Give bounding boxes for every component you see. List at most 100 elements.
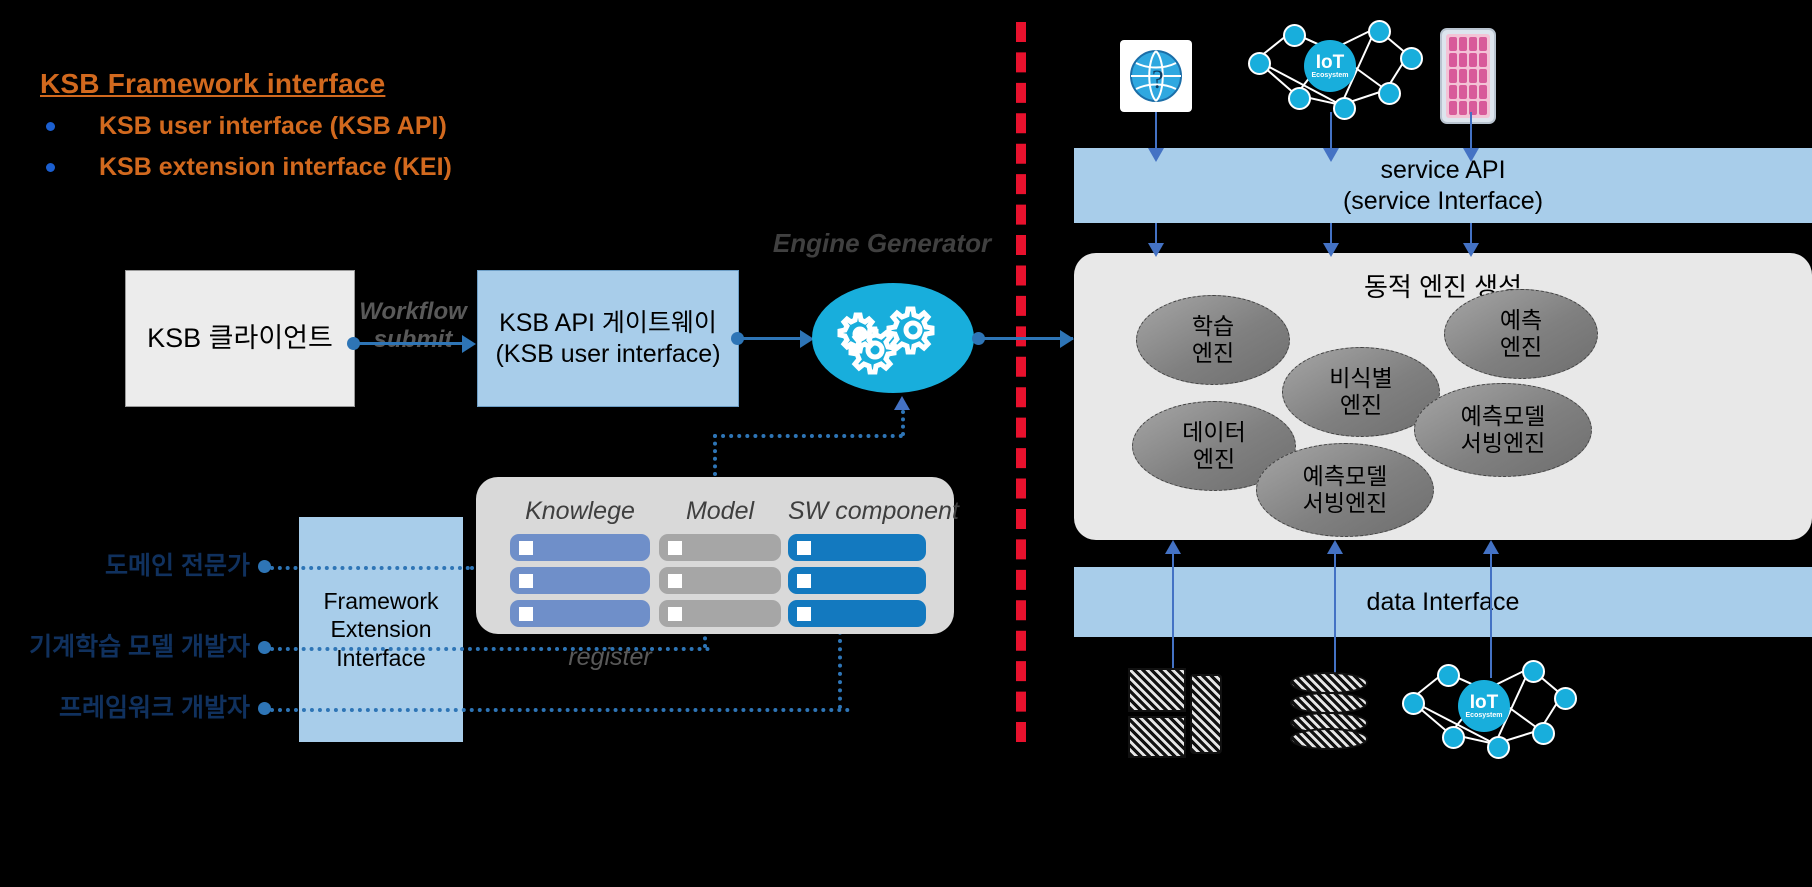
ksb-api-gateway-box[interactable]: KSB API 게이트웨이 (KSB user interface) bbox=[477, 270, 739, 407]
section-divider bbox=[1016, 22, 1026, 742]
engine-node-training[interactable]: 학습 엔진 bbox=[1136, 295, 1290, 385]
iot-badge-sub: Ecosystem bbox=[1465, 712, 1503, 719]
connector-line bbox=[356, 342, 464, 345]
dynamic-engine-panel: 동적 엔진 생성 학습 엔진 비식별 엔진 예측 엔진 데이터 엔진 예측모델 서빙엔진 … bbox=[1074, 253, 1812, 540]
bar-marker-icon bbox=[797, 541, 811, 555]
globe-icon-wrap[interactable]: ? bbox=[1120, 40, 1192, 112]
arrow-icon bbox=[462, 335, 476, 353]
device-icon[interactable] bbox=[1128, 668, 1222, 758]
registry-column-sw-component[interactable]: SW component bbox=[788, 497, 959, 633]
engine-node-model-serving-1[interactable]: 예측모델 서빙엔진 bbox=[1414, 383, 1592, 477]
dotted-connector bbox=[901, 410, 905, 436]
arrow-icon bbox=[1327, 540, 1343, 554]
workflow-line1: Workflow bbox=[359, 298, 467, 325]
mesh-node-icon bbox=[1288, 87, 1311, 110]
mesh-node-icon bbox=[1522, 660, 1545, 683]
mesh-node-icon bbox=[1283, 24, 1306, 47]
connector-line bbox=[1330, 112, 1332, 152]
data-interface-bar[interactable]: data Interface bbox=[1074, 567, 1812, 637]
legend-item: KSB extension interface (KEI) bbox=[40, 153, 660, 182]
actor-label-domain-expert: 도메인 전문가 bbox=[105, 552, 250, 580]
bar-marker-icon bbox=[668, 541, 682, 555]
arrow-icon bbox=[1323, 148, 1339, 162]
registry-bar-stack bbox=[659, 534, 781, 627]
bar-marker-icon bbox=[797, 574, 811, 588]
bar-marker-icon bbox=[797, 607, 811, 621]
connector-line bbox=[1155, 112, 1157, 152]
arrow-icon bbox=[1060, 330, 1074, 348]
registry-panel: Knowlege Model SW component bbox=[476, 477, 959, 634]
register-label: register bbox=[568, 643, 652, 671]
iot-badge-icon: IoT Ecosystem bbox=[1458, 680, 1510, 732]
bar-marker-icon bbox=[519, 607, 533, 621]
engine-node-prediction[interactable]: 예측 엔진 bbox=[1444, 289, 1598, 379]
mesh-node-icon bbox=[1378, 82, 1401, 105]
bar-marker-icon bbox=[668, 574, 682, 588]
mesh-node-icon bbox=[1248, 52, 1271, 75]
engine-generator-label: Engine Generator bbox=[772, 228, 992, 258]
engine-label: 학습 엔진 bbox=[1191, 312, 1235, 366]
arrow-icon bbox=[1463, 148, 1479, 162]
registry-column-title: Knowlege bbox=[525, 497, 635, 525]
smartphone-icon bbox=[1440, 28, 1496, 124]
fw-ext-line1: Framework bbox=[323, 588, 439, 615]
registry-bar[interactable] bbox=[659, 534, 781, 561]
iot-mesh-icon[interactable]: IoT Ecosystem bbox=[1236, 10, 1426, 125]
mesh-node-icon bbox=[1368, 20, 1391, 43]
legend-title: KSB Framework interface bbox=[40, 68, 386, 99]
actor-label-ml-model-developer: 기계학습 모델 개발자 bbox=[29, 633, 250, 661]
registry-bar[interactable] bbox=[659, 600, 781, 627]
gears-icon bbox=[837, 306, 935, 375]
arrow-icon bbox=[894, 396, 910, 410]
mesh-node-icon bbox=[1333, 97, 1356, 120]
registry-bar[interactable] bbox=[788, 600, 926, 627]
database-icon[interactable] bbox=[1290, 672, 1368, 750]
registry-column-model[interactable]: Model bbox=[659, 497, 781, 633]
dotted-connector bbox=[713, 434, 717, 476]
mesh-node-icon bbox=[1400, 47, 1423, 70]
registry-bar[interactable] bbox=[788, 534, 926, 561]
globe-icon: ? bbox=[1120, 40, 1192, 112]
ksb-client-box[interactable]: KSB 클라이언트 bbox=[125, 270, 355, 407]
engine-label: 비식별 엔진 bbox=[1329, 364, 1393, 418]
arrow-icon bbox=[1148, 243, 1164, 257]
registry-bar[interactable] bbox=[659, 567, 781, 594]
registry-bar[interactable] bbox=[510, 534, 650, 561]
connector-line bbox=[1172, 552, 1174, 678]
mesh-node-icon bbox=[1402, 692, 1425, 715]
connector-line bbox=[1334, 552, 1336, 678]
bullet-icon bbox=[46, 122, 55, 131]
engine-generator-node[interactable] bbox=[812, 283, 974, 393]
registry-column-knowlege[interactable]: Knowlege bbox=[510, 497, 650, 633]
service-api-line2: (service Interface) bbox=[1342, 186, 1544, 215]
dotted-connector bbox=[270, 566, 470, 570]
arrow-icon bbox=[1323, 243, 1339, 257]
gateway-line1: KSB API 게이트웨이 bbox=[499, 309, 717, 337]
registry-bar[interactable] bbox=[510, 567, 650, 594]
engine-node-model-serving-2[interactable]: 예측모델 서빙엔진 bbox=[1256, 443, 1434, 537]
data-interface-label: data Interface bbox=[1366, 587, 1520, 616]
globe-glyph: ? bbox=[1130, 50, 1182, 102]
bullet-icon bbox=[46, 163, 55, 172]
service-api-bar[interactable]: service API (service Interface) bbox=[1074, 148, 1812, 223]
mesh-node-icon bbox=[1532, 722, 1555, 745]
database-cylinder bbox=[1290, 672, 1368, 750]
arrow-icon bbox=[1165, 540, 1181, 554]
dotted-connector bbox=[270, 708, 850, 712]
arrow-icon bbox=[1463, 243, 1479, 257]
smartphone-icon-wrap[interactable] bbox=[1440, 28, 1496, 124]
legend-item-label: KSB user interface (KSB API) bbox=[99, 112, 447, 140]
registry-bar[interactable] bbox=[510, 600, 650, 627]
connector-line bbox=[1470, 112, 1472, 152]
registry-bar-stack bbox=[510, 534, 650, 627]
registry-bar[interactable] bbox=[788, 567, 926, 594]
registry-bar-stack bbox=[788, 534, 926, 627]
iot-badge-sub: Ecosystem bbox=[1311, 72, 1349, 79]
legend-item: KSB user interface (KSB API) bbox=[40, 112, 660, 141]
iot-mesh-icon[interactable]: IoT Ecosystem bbox=[1390, 652, 1580, 762]
legend-item-label: KSB extension interface (KEI) bbox=[99, 153, 452, 181]
iot-badge-text: IoT bbox=[1315, 52, 1345, 73]
legend-block: KSB Framework interface KSB user interfa… bbox=[40, 68, 660, 182]
svg-text:?: ? bbox=[1152, 65, 1164, 94]
gateway-line2: (KSB user interface) bbox=[495, 339, 721, 368]
